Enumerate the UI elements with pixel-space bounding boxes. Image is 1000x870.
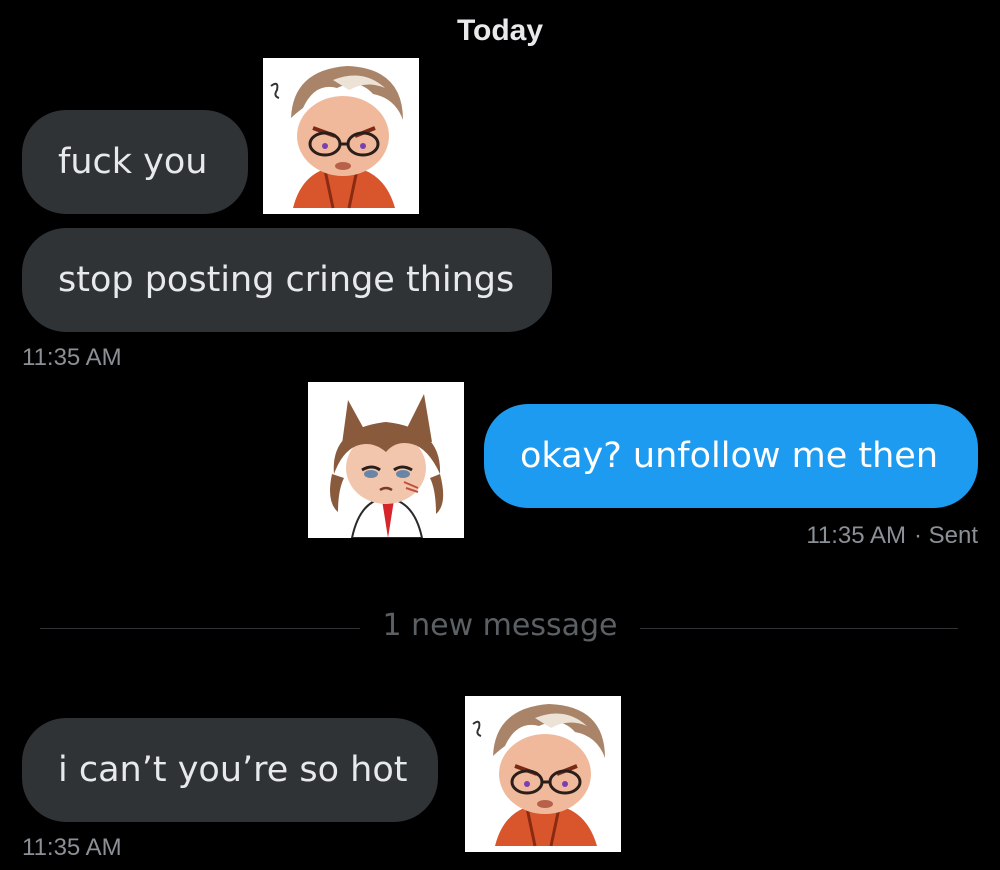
angry-character-sticker-icon (263, 58, 419, 214)
message-text: okay? unfollow me then (520, 436, 939, 476)
message-text: i can’t you’re so hot (58, 750, 408, 790)
message-status: · Sent (913, 522, 978, 549)
message-bubble-incoming[interactable]: i can’t you’re so hot (22, 718, 438, 822)
annoyed-character-sticker-icon (308, 382, 464, 538)
new-message-divider: 1 new message (382, 608, 618, 643)
message-bubble-incoming[interactable]: fuck you (22, 110, 248, 214)
divider-line-left (40, 628, 360, 629)
message-text: stop posting cringe things (58, 260, 515, 300)
message-timestamp: 11:35 AM (806, 522, 906, 549)
message-meta: 11:35 AM · Sent (806, 522, 978, 550)
message-timestamp: 11:35 AM (22, 834, 122, 861)
angry-character-sticker-icon (465, 696, 621, 852)
message-timestamp: 11:35 AM (22, 344, 122, 371)
message-bubble-outgoing[interactable]: okay? unfollow me then (484, 404, 978, 508)
date-header: Today (456, 14, 544, 47)
message-bubble-incoming[interactable]: stop posting cringe things (22, 228, 552, 332)
divider-line-right (640, 628, 958, 629)
message-text: fuck you (58, 142, 208, 182)
